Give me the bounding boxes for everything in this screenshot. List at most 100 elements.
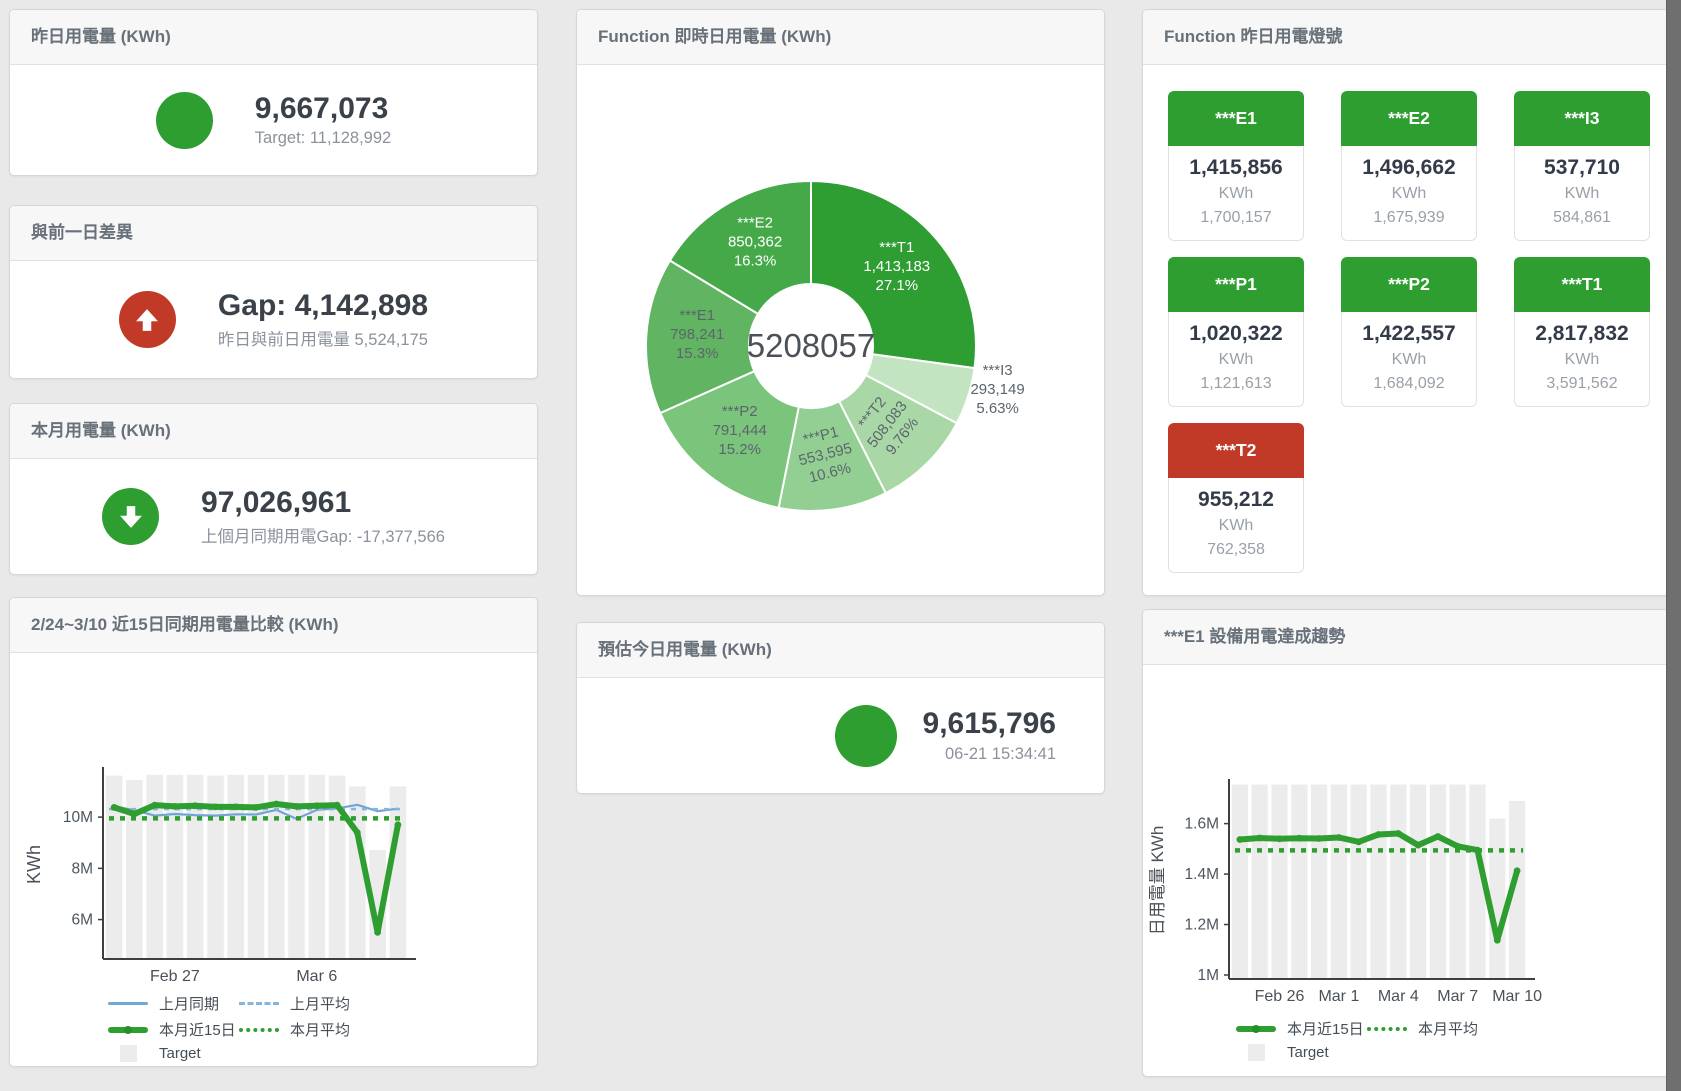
target-bar [1390,785,1406,979]
tile-unit: KWh [1171,182,1301,206]
data-point [354,829,361,836]
stat-text: 9,615,796 06-21 15:34:41 [923,707,1056,764]
target-bar [1331,785,1347,979]
panel-e1-trend: ***E1 設備用電達成趨勢 1M1.2M1.4M1.6M日用電量 KWhFeb… [1142,609,1669,1077]
arrow-down-icon [102,488,159,545]
light-tile-***I3[interactable]: ***I3537,710KWh584,861 [1514,91,1650,241]
y-tick-label: 10M [63,809,93,826]
panel-yesterday-usage: 昨日用電量 (KWh) 9,667,073 Target: 11,128,992 [9,9,538,176]
light-tile-grid: ***E11,415,856KWh1,700,157 ***E21,496,662… [1143,65,1668,596]
tile-body: 1,415,856KWh1,700,157 [1168,146,1304,241]
legend-item-本月平均[interactable]: 本月平均 [239,1019,370,1040]
light-tile-***E2[interactable]: ***E21,496,662KWh1,675,939 [1341,91,1477,241]
x-tick-label: Mar 1 [1318,988,1359,1005]
chart-body: ***T11,413,18327.1%***I3293,1495.63%***T… [577,65,1104,595]
target-bar [1450,785,1466,979]
data-point [253,804,260,811]
panel-compare-15d: 2/24~3/10 近15日同期用電量比較 (KWh) 6M8M10MKWhFe… [9,597,538,1067]
tile-value: 1,415,856 [1171,154,1301,182]
tile-unit: KWh [1171,348,1301,372]
stat-value: 97,026,961 [201,486,445,521]
stat-text: 9,667,073 Target: 11,128,992 [255,92,391,149]
x-tick-label: Mar 6 [296,968,337,985]
panel-title: 昨日用電量 (KWh) [10,10,537,65]
legend-swatch-line-blue [108,1002,148,1005]
y-tick-label: 8M [71,860,93,877]
y-tick-label: 1.4M [1185,866,1219,883]
target-bar [1430,785,1446,979]
tile-body: 1,496,662KWh1,675,939 [1341,146,1477,241]
data-point [192,802,199,809]
x-tick-label: Mar 7 [1437,988,1478,1005]
light-tile-***T1[interactable]: ***T12,817,832KWh3,591,562 [1514,257,1650,407]
legend-swatch-dot-green [239,1028,279,1032]
tile-unit: KWh [1517,182,1647,206]
y-axis-ticks: 6M 8M 10M [63,809,103,928]
legend-label: Target [159,1045,201,1062]
light-tile-***T2[interactable]: ***T2955,212KWh762,358 [1168,423,1304,573]
legend-item-上月平均[interactable]: 上月平均 [239,993,370,1014]
data-point [151,802,158,809]
data-point [1276,835,1283,842]
legend-swatch-line-green [108,1027,148,1033]
tile-target: 3,591,562 [1517,372,1647,396]
tile-value: 2,817,832 [1517,320,1647,348]
chart-body: 1M1.2M1.4M1.6M日用電量 KWhFeb 26Mar 1Mar 4Ma… [1143,665,1668,1076]
tile-name: ***P1 [1168,257,1304,312]
stat-text: Gap: 4,142,898 昨日與前日用電量 5,524,175 [218,289,428,351]
y-tick-label: 6M [71,912,93,929]
target-bar [106,776,123,958]
x-tick-label: Feb 27 [150,968,200,985]
target-bar [248,775,265,958]
legend-item-上月同期[interactable]: 上月同期 [108,993,239,1014]
legend-swatch-square-gray [1236,1044,1276,1061]
light-tile-***E1[interactable]: ***E11,415,856KWh1,700,157 [1168,91,1304,241]
stat-value: 9,667,073 [255,92,391,127]
stat-subtext: Target: 11,128,992 [255,129,391,148]
legend-label: 本月近15日 [1287,1018,1364,1039]
target-bar [309,775,326,958]
status-ok-icon [835,705,897,767]
panel-title: 2/24~3/10 近15日同期用電量比較 (KWh) [10,598,537,653]
target-bar [167,775,184,958]
data-point [212,804,219,811]
stat-body: Gap: 4,142,898 昨日與前日用電量 5,524,175 [10,261,537,378]
target-bar [390,786,407,958]
legend-row: Target [1236,1044,1668,1061]
data-point [1375,831,1382,838]
legend-swatch-line-green [1236,1026,1276,1032]
tile-target: 1,675,939 [1344,206,1474,230]
legend-row: Target [108,1045,537,1062]
data-point [334,802,341,809]
x-tick-label: Feb 26 [1255,988,1305,1005]
vertical-scrollbar[interactable] [1666,0,1681,1091]
light-tile-***P1[interactable]: ***P1 1,020,322KWh1,121,613 [1168,257,1304,407]
target-bar [1370,785,1386,979]
legend-item-Target[interactable]: Target [108,1045,239,1062]
chart-legend: 本月近15日 本月平均 Target [1236,1018,1668,1061]
data-point [293,803,300,810]
stat-body: 9,615,796 06-21 15:34:41 [577,678,1104,793]
panel-title: Function 昨日用電燈號 [1143,10,1668,65]
tile-target: 1,121,613 [1171,372,1301,396]
y-axis-title: 日用電量 KWh [1148,826,1167,936]
legend-label: 本月平均 [1418,1018,1478,1039]
stat-value: 9,615,796 [923,707,1056,742]
panel-diff-prev-day: 與前一日差異 Gap: 4,142,898 昨日與前日用電量 5,524,175 [9,205,538,379]
light-tile-***P2[interactable]: ***P21,422,557KWh1,684,092 [1341,257,1477,407]
target-bar [1252,785,1268,979]
tile-value: 1,020,322 [1171,320,1301,348]
data-point [1355,838,1362,845]
legend-swatch-square-gray [108,1045,148,1062]
data-point [232,804,239,811]
target-bar [187,775,204,958]
legend-item-本月近15日[interactable]: 本月近15日 [1236,1018,1367,1039]
legend-item-本月平均[interactable]: 本月平均 [1367,1018,1498,1039]
legend-label: 上月同期 [159,993,219,1014]
data-point [1256,835,1263,842]
tile-body: 2,817,832KWh3,591,562 [1514,312,1650,407]
y-axis-ticks: 1M1.2M1.4M1.6M [1185,816,1229,984]
legend-item-Target[interactable]: Target [1236,1044,1367,1061]
data-point [273,801,280,808]
legend-item-本月近15日[interactable]: 本月近15日 [108,1019,239,1040]
